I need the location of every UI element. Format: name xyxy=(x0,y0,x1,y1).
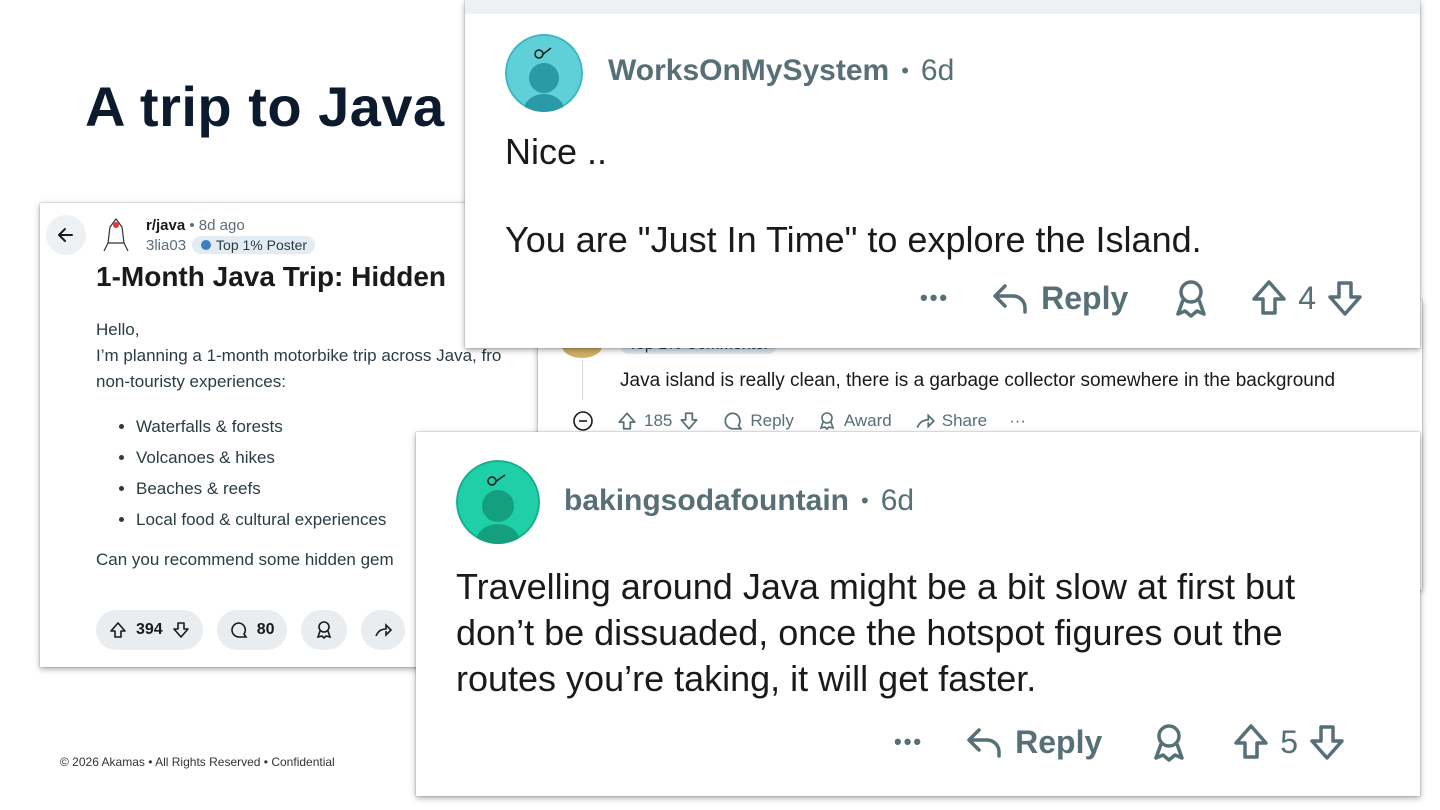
comment-score: 4 xyxy=(1298,279,1317,316)
reply-arrow-icon xyxy=(993,284,1027,314)
comment-card-bakingsodafountain: bakingsodafountain • 6d Travelling aroun… xyxy=(416,432,1420,796)
reply-button[interactable]: Reply xyxy=(965,724,1102,761)
award-button[interactable] xyxy=(300,610,347,650)
share-button[interactable] xyxy=(360,610,405,650)
back-arrow-icon xyxy=(58,228,73,242)
comment-line: Travelling around Java might be a bit sl… xyxy=(456,566,1296,607)
award-button[interactable]: Award xyxy=(816,410,892,432)
poster-flair: Top 1% Poster xyxy=(192,236,316,254)
author-line: 3lia03 Top 1% Poster xyxy=(146,236,316,254)
comment-author[interactable]: bakingsodafountain xyxy=(564,484,849,518)
award-icon xyxy=(316,621,331,640)
comment-icon xyxy=(724,412,743,430)
comment-actions: ••• Reply 4 xyxy=(920,278,1364,318)
flair-icon xyxy=(201,240,212,250)
comment-line: Nice .. xyxy=(505,131,608,172)
comment-header: WorksOnMySystem • 6d xyxy=(608,54,954,88)
slide-footer: © 2026 Akamas • All Rights Reserved • Co… xyxy=(60,755,335,769)
more-options-button[interactable]: ··· xyxy=(1009,411,1026,431)
subreddit-link[interactable]: r/java xyxy=(146,217,185,234)
reply-button[interactable]: Reply xyxy=(722,410,794,432)
avatar[interactable] xyxy=(456,460,540,544)
comment-body: Nice .. You are "Just In Time" to explor… xyxy=(505,130,1202,262)
reply-arrow-icon xyxy=(967,728,1001,758)
comment-line: don’t be dissuaded, once the hotspot fig… xyxy=(456,612,1283,653)
card-top-strip xyxy=(465,0,1420,14)
more-options-button[interactable]: ••• xyxy=(894,729,923,755)
comment-icon xyxy=(230,622,248,638)
avatar[interactable] xyxy=(505,34,583,112)
post-author[interactable]: 3lia03 xyxy=(146,237,186,254)
comment-line: You are "Just In Time" to explore the Is… xyxy=(505,219,1202,260)
share-button[interactable]: Share xyxy=(914,410,987,432)
comment-age: 6d xyxy=(920,54,955,87)
subreddit-avatar-icon[interactable] xyxy=(100,213,132,253)
downvote-icon[interactable] xyxy=(678,410,700,432)
upvote-icon[interactable] xyxy=(1232,722,1270,762)
comment-body: Travelling around Java might be a bit sl… xyxy=(456,564,1295,702)
share-icon xyxy=(916,413,935,429)
slide-title: A trip to Java xyxy=(85,75,445,138)
separator-dot: • xyxy=(901,58,909,83)
vote-pill: 394 xyxy=(96,610,203,650)
collapse-icon[interactable] xyxy=(572,410,594,432)
comment-actions: ••• Reply 5 xyxy=(894,722,1346,762)
comment-actions: 185 Reply Award Share ··· xyxy=(572,410,1026,432)
downvote-icon[interactable] xyxy=(171,620,191,640)
comment-text: Java island is really clean, there is a … xyxy=(620,370,1336,391)
post-age: • 8d ago xyxy=(189,217,245,234)
reply-button[interactable]: Reply xyxy=(991,280,1128,317)
more-options-button[interactable]: ••• xyxy=(920,285,949,311)
subreddit-line: r/java • 8d ago xyxy=(146,217,245,234)
comment-line: routes you’re taking, it will get faster… xyxy=(456,658,1037,699)
upvote-icon[interactable] xyxy=(108,620,128,640)
award-icon[interactable] xyxy=(1172,278,1210,318)
post-title[interactable]: 1-Month Java Trip: Hidden xyxy=(96,261,446,293)
thread-line[interactable] xyxy=(582,360,583,400)
post-actions: 394 80 xyxy=(96,610,405,650)
share-icon xyxy=(374,623,392,637)
separator-dot: • xyxy=(861,488,869,513)
comment-count: 80 xyxy=(256,621,275,638)
comment-header: bakingsodafountain • 6d xyxy=(564,484,914,518)
downvote-icon[interactable] xyxy=(1308,722,1346,762)
award-icon xyxy=(819,412,835,431)
comment-card-worksonmysystem: WorksOnMySystem • 6d Nice .. You are "Ju… xyxy=(465,0,1420,348)
comment-age: 6d xyxy=(880,484,915,517)
vote-group: 185 xyxy=(616,410,700,432)
post-body-line: non-touristy experiences: xyxy=(96,372,286,391)
comment-score: 5 xyxy=(1280,723,1299,760)
upvote-icon[interactable] xyxy=(616,410,638,432)
comments-button[interactable]: 80 xyxy=(216,610,287,650)
comment-author[interactable]: WorksOnMySystem xyxy=(608,54,889,88)
back-button[interactable] xyxy=(46,215,86,255)
comment-score: 185 xyxy=(644,411,673,430)
downvote-icon[interactable] xyxy=(1326,278,1364,318)
upvote-icon[interactable] xyxy=(1250,278,1288,318)
award-icon[interactable] xyxy=(1150,722,1188,762)
post-score: 394 xyxy=(136,621,163,638)
